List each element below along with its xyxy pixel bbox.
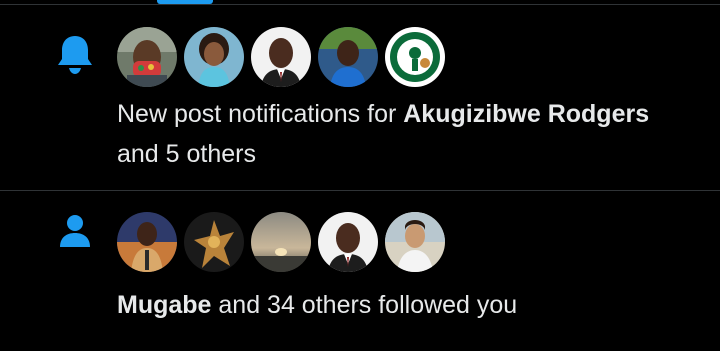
avatar[interactable] xyxy=(318,212,378,272)
avatar-group xyxy=(117,27,445,87)
avatar[interactable] xyxy=(251,212,311,272)
user-name[interactable]: Akugizibwe Rodgers xyxy=(403,100,649,128)
notification-text: New post notifications for Akugizibwe Ro… xyxy=(117,100,650,168)
user-name[interactable]: Mugabe xyxy=(117,291,211,319)
bell-icon xyxy=(56,33,94,75)
avatar-group xyxy=(117,212,445,272)
notification-text: Mugabe and 34 others followed you xyxy=(117,291,518,319)
avatar[interactable] xyxy=(385,212,445,272)
notification-item[interactable]: New post notifications for Akugizibwe Ro… xyxy=(0,5,720,191)
person-icon xyxy=(58,213,92,249)
avatar[interactable] xyxy=(184,212,244,272)
avatar[interactable] xyxy=(117,27,177,87)
avatar[interactable] xyxy=(385,27,445,87)
avatar[interactable] xyxy=(318,27,378,87)
avatar[interactable] xyxy=(117,212,177,272)
avatar[interactable] xyxy=(184,27,244,87)
notification-item[interactable]: Mugabe and 34 others followed you xyxy=(0,191,720,351)
avatar[interactable] xyxy=(251,27,311,87)
